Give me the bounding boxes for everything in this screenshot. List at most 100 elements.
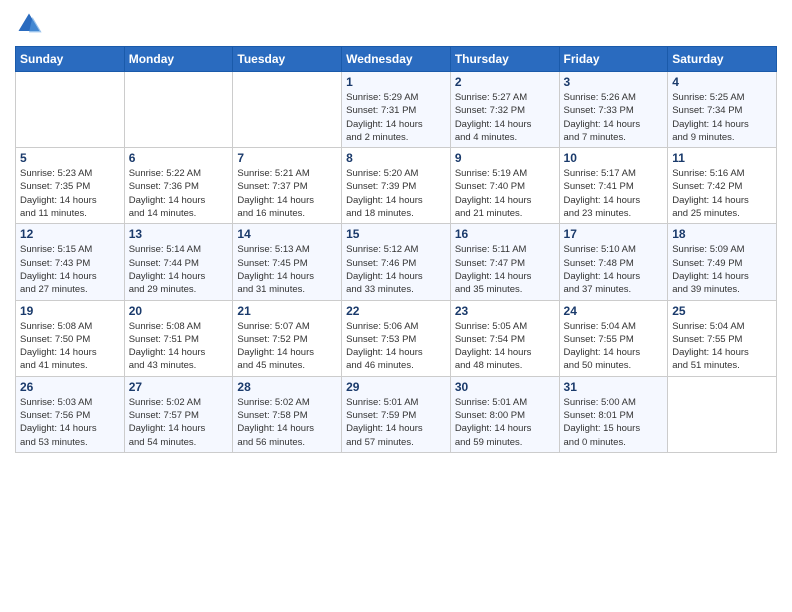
- calendar-row-3: 19 Sunrise: 5:08 AM Sunset: 7:50 PM Dayli…: [16, 300, 777, 376]
- day-info: Sunrise: 5:07 AM Sunset: 7:52 PM Dayligh…: [237, 320, 337, 373]
- calendar-cell: 20 Sunrise: 5:08 AM Sunset: 7:51 PM Dayli…: [124, 300, 233, 376]
- calendar-cell: 28Sunrise: 5:02 AM Sunset: 7:58 PM Dayli…: [233, 376, 342, 452]
- calendar-cell: 8 Sunrise: 5:20 AM Sunset: 7:39 PM Daylig…: [342, 148, 451, 224]
- day-info: Sunrise: 5:26 AM Sunset: 7:33 PM Dayligh…: [564, 91, 664, 144]
- day-number: 22: [346, 304, 446, 318]
- calendar-cell: 9 Sunrise: 5:19 AM Sunset: 7:40 PM Daylig…: [450, 148, 559, 224]
- calendar-cell: [124, 72, 233, 148]
- day-info: Sunrise: 5:16 AM Sunset: 7:42 PM Dayligh…: [672, 167, 772, 220]
- calendar-cell: [233, 72, 342, 148]
- calendar-cell: 17 Sunrise: 5:10 AM Sunset: 7:48 PM Dayli…: [559, 224, 668, 300]
- calendar-cell: 6 Sunrise: 5:22 AM Sunset: 7:36 PM Daylig…: [124, 148, 233, 224]
- calendar-cell: 12 Sunrise: 5:15 AM Sunset: 7:43 PM Dayli…: [16, 224, 125, 300]
- calendar-cell: 19 Sunrise: 5:08 AM Sunset: 7:50 PM Dayli…: [16, 300, 125, 376]
- calendar-cell: 21Sunrise: 5:07 AM Sunset: 7:52 PM Dayli…: [233, 300, 342, 376]
- day-number: 7: [237, 151, 337, 165]
- day-number: 19: [20, 304, 120, 318]
- weekday-sunday: Sunday: [16, 47, 125, 72]
- day-number: 28: [237, 380, 337, 394]
- calendar-cell: 18 Sunrise: 5:09 AM Sunset: 7:49 PM Dayli…: [668, 224, 777, 300]
- logo-icon: [15, 10, 43, 38]
- weekday-saturday: Saturday: [668, 47, 777, 72]
- weekday-monday: Monday: [124, 47, 233, 72]
- day-info: Sunrise: 5:19 AM Sunset: 7:40 PM Dayligh…: [455, 167, 555, 220]
- calendar-row-4: 26Sunrise: 5:03 AM Sunset: 7:56 PM Dayli…: [16, 376, 777, 452]
- calendar-cell: 1Sunrise: 5:29 AM Sunset: 7:31 PM Daylig…: [342, 72, 451, 148]
- calendar-cell: [668, 376, 777, 452]
- day-number: 18: [672, 227, 772, 241]
- day-info: Sunrise: 5:29 AM Sunset: 7:31 PM Dayligh…: [346, 91, 446, 144]
- day-info: Sunrise: 5:09 AM Sunset: 7:49 PM Dayligh…: [672, 243, 772, 296]
- calendar-cell: 4 Sunrise: 5:25 AM Sunset: 7:34 PM Daylig…: [668, 72, 777, 148]
- day-info: Sunrise: 5:25 AM Sunset: 7:34 PM Dayligh…: [672, 91, 772, 144]
- day-number: 20: [129, 304, 229, 318]
- calendar-cell: 31 Sunrise: 5:00 AM Sunset: 8:01 PM Dayli…: [559, 376, 668, 452]
- calendar-cell: 10 Sunrise: 5:17 AM Sunset: 7:41 PM Dayli…: [559, 148, 668, 224]
- day-number: 14: [237, 227, 337, 241]
- calendar-cell: 26Sunrise: 5:03 AM Sunset: 7:56 PM Dayli…: [16, 376, 125, 452]
- day-info: Sunrise: 5:05 AM Sunset: 7:54 PM Dayligh…: [455, 320, 555, 373]
- day-info: Sunrise: 5:10 AM Sunset: 7:48 PM Dayligh…: [564, 243, 664, 296]
- day-info: Sunrise: 5:00 AM Sunset: 8:01 PM Dayligh…: [564, 396, 664, 449]
- weekday-header-row: SundayMondayTuesdayWednesdayThursdayFrid…: [16, 47, 777, 72]
- day-info: Sunrise: 5:06 AM Sunset: 7:53 PM Dayligh…: [346, 320, 446, 373]
- header: [15, 10, 777, 38]
- calendar-cell: 22 Sunrise: 5:06 AM Sunset: 7:53 PM Dayli…: [342, 300, 451, 376]
- calendar-cell: 29Sunrise: 5:01 AM Sunset: 7:59 PM Dayli…: [342, 376, 451, 452]
- day-info: Sunrise: 5:15 AM Sunset: 7:43 PM Dayligh…: [20, 243, 120, 296]
- calendar-cell: [16, 72, 125, 148]
- day-info: Sunrise: 5:03 AM Sunset: 7:56 PM Dayligh…: [20, 396, 120, 449]
- calendar-cell: 5 Sunrise: 5:23 AM Sunset: 7:35 PM Daylig…: [16, 148, 125, 224]
- calendar-row-0: 1Sunrise: 5:29 AM Sunset: 7:31 PM Daylig…: [16, 72, 777, 148]
- calendar-cell: 11 Sunrise: 5:16 AM Sunset: 7:42 PM Dayli…: [668, 148, 777, 224]
- day-info: Sunrise: 5:13 AM Sunset: 7:45 PM Dayligh…: [237, 243, 337, 296]
- day-number: 13: [129, 227, 229, 241]
- calendar-cell: 13 Sunrise: 5:14 AM Sunset: 7:44 PM Dayli…: [124, 224, 233, 300]
- day-info: Sunrise: 5:12 AM Sunset: 7:46 PM Dayligh…: [346, 243, 446, 296]
- day-info: Sunrise: 5:14 AM Sunset: 7:44 PM Dayligh…: [129, 243, 229, 296]
- calendar-cell: 16Sunrise: 5:11 AM Sunset: 7:47 PM Dayli…: [450, 224, 559, 300]
- calendar-cell: 30Sunrise: 5:01 AM Sunset: 8:00 PM Dayli…: [450, 376, 559, 452]
- logo: [15, 10, 47, 38]
- day-number: 9: [455, 151, 555, 165]
- day-number: 12: [20, 227, 120, 241]
- calendar-row-2: 12 Sunrise: 5:15 AM Sunset: 7:43 PM Dayli…: [16, 224, 777, 300]
- day-number: 17: [564, 227, 664, 241]
- calendar-cell: 23 Sunrise: 5:05 AM Sunset: 7:54 PM Dayli…: [450, 300, 559, 376]
- day-number: 25: [672, 304, 772, 318]
- day-number: 4: [672, 75, 772, 89]
- day-info: Sunrise: 5:20 AM Sunset: 7:39 PM Dayligh…: [346, 167, 446, 220]
- day-number: 11: [672, 151, 772, 165]
- day-number: 15: [346, 227, 446, 241]
- day-number: 31: [564, 380, 664, 394]
- day-number: 5: [20, 151, 120, 165]
- calendar-row-1: 5 Sunrise: 5:23 AM Sunset: 7:35 PM Daylig…: [16, 148, 777, 224]
- day-info: Sunrise: 5:11 AM Sunset: 7:47 PM Dayligh…: [455, 243, 555, 296]
- day-info: Sunrise: 5:23 AM Sunset: 7:35 PM Dayligh…: [20, 167, 120, 220]
- day-info: Sunrise: 5:08 AM Sunset: 7:51 PM Dayligh…: [129, 320, 229, 373]
- day-info: Sunrise: 5:04 AM Sunset: 7:55 PM Dayligh…: [672, 320, 772, 373]
- day-info: Sunrise: 5:08 AM Sunset: 7:50 PM Dayligh…: [20, 320, 120, 373]
- page: SundayMondayTuesdayWednesdayThursdayFrid…: [0, 0, 792, 468]
- day-info: Sunrise: 5:01 AM Sunset: 8:00 PM Dayligh…: [455, 396, 555, 449]
- day-number: 27: [129, 380, 229, 394]
- day-number: 3: [564, 75, 664, 89]
- day-number: 6: [129, 151, 229, 165]
- day-number: 2: [455, 75, 555, 89]
- calendar-cell: 24Sunrise: 5:04 AM Sunset: 7:55 PM Dayli…: [559, 300, 668, 376]
- day-info: Sunrise: 5:17 AM Sunset: 7:41 PM Dayligh…: [564, 167, 664, 220]
- day-info: Sunrise: 5:21 AM Sunset: 7:37 PM Dayligh…: [237, 167, 337, 220]
- day-info: Sunrise: 5:02 AM Sunset: 7:57 PM Dayligh…: [129, 396, 229, 449]
- calendar-cell: 25 Sunrise: 5:04 AM Sunset: 7:55 PM Dayli…: [668, 300, 777, 376]
- calendar-cell: 3 Sunrise: 5:26 AM Sunset: 7:33 PM Daylig…: [559, 72, 668, 148]
- day-info: Sunrise: 5:22 AM Sunset: 7:36 PM Dayligh…: [129, 167, 229, 220]
- calendar-cell: 14 Sunrise: 5:13 AM Sunset: 7:45 PM Dayli…: [233, 224, 342, 300]
- weekday-friday: Friday: [559, 47, 668, 72]
- calendar: SundayMondayTuesdayWednesdayThursdayFrid…: [15, 46, 777, 453]
- weekday-wednesday: Wednesday: [342, 47, 451, 72]
- day-number: 23: [455, 304, 555, 318]
- calendar-cell: 27 Sunrise: 5:02 AM Sunset: 7:57 PM Dayli…: [124, 376, 233, 452]
- day-info: Sunrise: 5:04 AM Sunset: 7:55 PM Dayligh…: [564, 320, 664, 373]
- day-number: 10: [564, 151, 664, 165]
- day-number: 8: [346, 151, 446, 165]
